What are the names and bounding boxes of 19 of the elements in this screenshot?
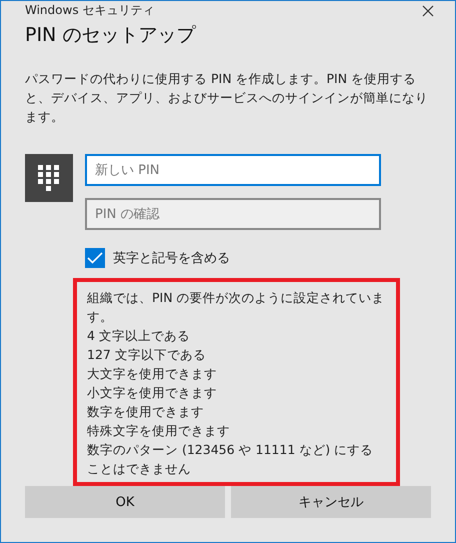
requirement-text: 特殊文字を使用できます [87, 422, 231, 440]
close-icon[interactable] [422, 4, 434, 16]
requirement-text: 小文字を使用できます [87, 384, 218, 402]
pin-field[interactable]: 新しい PIN [85, 154, 381, 186]
pin-field[interactable]: PIN の確認 [85, 198, 381, 230]
keypad-icon [25, 154, 73, 202]
checkbox[interactable] [85, 248, 105, 268]
requirement-text: 4 文字以上である [87, 327, 191, 345]
window-title: Windows セキュリティ [25, 2, 154, 19]
dialog-button[interactable]: OK [25, 486, 225, 518]
requirement-text: 大文字を使用できます [87, 365, 218, 383]
description-text: パスワードの代わりに使用する PIN を作成します。PIN を使用すると、デバイス、アプリ、およびサービスへのサインインが簡単になります。 [25, 70, 429, 126]
dialog-heading: PIN のセットアップ [25, 23, 197, 48]
requirement-text: 数字を使用できます [87, 403, 205, 421]
dialog-button[interactable]: キャンセル [231, 486, 431, 518]
requirement-text: 組織では、PIN の要件が次のように設定されています。 [87, 289, 386, 326]
checkbox-label: 英字と記号を含める [113, 250, 230, 267]
requirement-text: 数字のパターン (123456 や 11111 など) にすることはできません [87, 441, 374, 478]
requirement-text: 127 文字以下である [87, 346, 207, 364]
